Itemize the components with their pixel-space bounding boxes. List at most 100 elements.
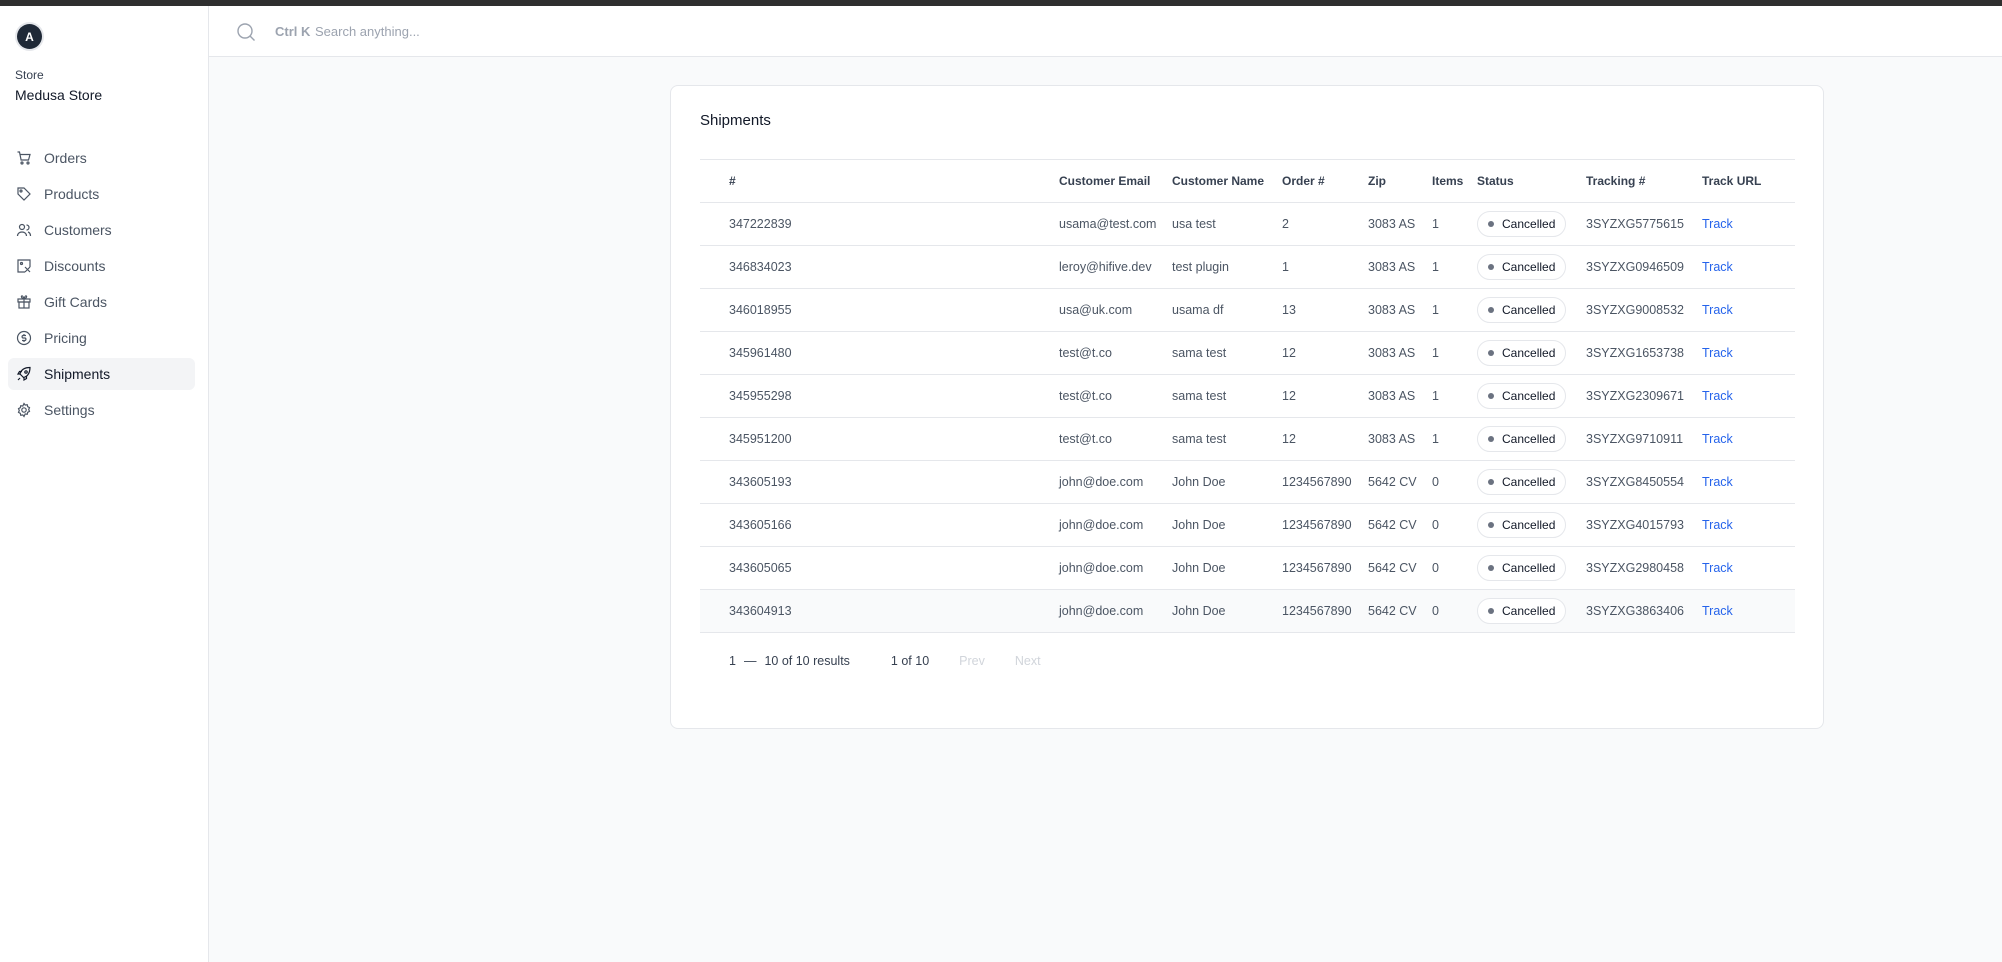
table-row[interactable]: 345951200 test@t.co sama test 12 3083 AS 1 Can…: [700, 418, 1795, 461]
status-cell: Cancelled: [1477, 547, 1586, 590]
page-indicator: 1 of 10: [890, 654, 930, 668]
column-header-email: Customer Email: [1059, 174, 1151, 188]
search-shortcut: Ctrl K: [275, 24, 311, 39]
discount-icon: [16, 258, 32, 274]
table-row[interactable]: 343605193 john@doe.com John Doe 1234567890 5…: [700, 461, 1795, 504]
order-number: 12: [1282, 432, 1296, 446]
track-url-cell: Track: [1702, 289, 1795, 332]
order-number: 1234567890: [1282, 518, 1352, 532]
track-url-cell: Track: [1702, 504, 1795, 547]
table-row[interactable]: 345955298 test@t.co sama test 12 3083 AS 1 Can…: [700, 375, 1795, 418]
table-row[interactable]: 343604913 john@doe.com John Doe 1234567890 5…: [700, 589, 1795, 633]
customer-name: sama test: [1172, 432, 1227, 446]
sidebar-item-gift-cards[interactable]: Gift Cards: [8, 286, 195, 318]
column-header-items: Items: [1432, 174, 1464, 188]
table-row[interactable]: 343605065 john@doe.com John Doe 1234567890 5…: [700, 547, 1795, 590]
table-row[interactable]: 346018955 usa@uk.com usama df 13 3083 AS 1 Can…: [700, 289, 1795, 332]
customer-name: test plugin: [1172, 260, 1229, 274]
status-label: Cancelled: [1502, 389, 1556, 403]
sidebar-item-pricing[interactable]: Pricing: [8, 322, 195, 354]
status-badge: Cancelled: [1477, 555, 1567, 581]
store-label: Store: [15, 68, 44, 82]
column-header-name: Customer Name: [1172, 174, 1265, 188]
track-url-cell: Track: [1702, 461, 1795, 504]
status-badge: Cancelled: [1477, 340, 1567, 366]
page-title: Shipments: [700, 112, 771, 129]
table-row[interactable]: 345961480 test@t.co sama test 12 3083 AS 1 Can…: [700, 332, 1795, 375]
zip-code: 3083 AS: [1368, 389, 1416, 403]
search-input[interactable]: [315, 19, 815, 43]
header: Ctrl K: [209, 6, 2002, 57]
shipment-id: 343604913: [729, 604, 792, 618]
column-header-status: Status: [1477, 174, 1514, 188]
track-link[interactable]: Track: [1702, 217, 1733, 231]
tracking-number: 3SYZXG9710911: [1586, 432, 1684, 446]
sidebar-item-settings[interactable]: Settings: [8, 394, 195, 426]
sidebar-item-orders[interactable]: Orders: [8, 142, 195, 174]
track-url-cell: Track: [1702, 547, 1795, 590]
status-badge: Cancelled: [1477, 598, 1567, 624]
table-row[interactable]: 347222839 usama@test.com usa test 2 3083 AS 1…: [700, 203, 1795, 246]
track-link[interactable]: Track: [1702, 346, 1733, 360]
track-url-cell: Track: [1702, 375, 1795, 418]
track-link[interactable]: Track: [1702, 303, 1733, 317]
avatar[interactable]: A: [17, 24, 42, 49]
status-dot-icon: [1488, 479, 1494, 485]
zip-code: 3083 AS: [1368, 303, 1416, 317]
status-badge: Cancelled: [1477, 469, 1567, 495]
track-link[interactable]: Track: [1702, 561, 1733, 575]
track-link[interactable]: Track: [1702, 260, 1733, 274]
track-link[interactable]: Track: [1702, 432, 1733, 446]
status-cell: Cancelled: [1477, 590, 1586, 633]
track-link[interactable]: Track: [1702, 604, 1733, 618]
sidebar-item-customers[interactable]: Customers: [8, 214, 195, 246]
customer-name: usa test: [1172, 217, 1216, 231]
sidebar-item-products[interactable]: Products: [8, 178, 195, 210]
order-number: 1234567890: [1282, 604, 1352, 618]
next-button[interactable]: Next: [1015, 654, 1041, 668]
table-row[interactable]: 343605166 john@doe.com John Doe 1234567890 5…: [700, 504, 1795, 547]
items-count: 1: [1432, 432, 1439, 446]
customer-email: test@t.co: [1059, 346, 1112, 360]
tracking-number: 3SYZXG4015793: [1586, 518, 1684, 532]
zip-code: 5642 CV: [1368, 475, 1417, 489]
items-count: 1: [1432, 389, 1439, 403]
status-badge: Cancelled: [1477, 211, 1567, 237]
status-dot-icon: [1488, 608, 1494, 614]
status-cell: Cancelled: [1477, 203, 1586, 246]
table-row[interactable]: 346834023 leroy@hifive.dev test plugin 1 308…: [700, 246, 1795, 289]
range-start: 1: [729, 654, 736, 668]
status-cell: Cancelled: [1477, 461, 1586, 504]
tracking-number: 3SYZXG3863406: [1586, 604, 1684, 618]
sidebar-item-shipments[interactable]: Shipments: [8, 358, 195, 390]
tracking-number: 3SYZXG9008532: [1586, 303, 1684, 317]
items-count: 1: [1432, 217, 1439, 231]
tag-icon: [16, 186, 32, 202]
customer-name: John Doe: [1172, 475, 1226, 489]
track-link[interactable]: Track: [1702, 518, 1733, 532]
sidebar-nav: Orders Products Customers Discounts Gift…: [8, 142, 195, 430]
status-dot-icon: [1488, 264, 1494, 270]
status-dot-icon: [1488, 436, 1494, 442]
status-cell: Cancelled: [1477, 504, 1586, 547]
prev-button[interactable]: Prev: [959, 654, 985, 668]
status-cell: Cancelled: [1477, 246, 1586, 289]
order-number: 2: [1282, 217, 1289, 231]
shipment-id: 346834023: [729, 260, 792, 274]
pagination: 1 — 10 of 10 results 1 of 10 Prev Next: [729, 654, 1041, 668]
tracking-number: 3SYZXG2980458: [1586, 561, 1684, 575]
status-label: Cancelled: [1502, 346, 1556, 360]
column-header-order: Order #: [1282, 174, 1325, 188]
status-dot-icon: [1488, 565, 1494, 571]
status-label: Cancelled: [1502, 217, 1556, 231]
shipment-id: 347222839: [729, 217, 792, 231]
items-count: 1: [1432, 346, 1439, 360]
zip-code: 5642 CV: [1368, 518, 1417, 532]
order-number: 1: [1282, 260, 1289, 274]
track-link[interactable]: Track: [1702, 389, 1733, 403]
range-separator: —: [743, 654, 757, 668]
customer-name: John Doe: [1172, 604, 1226, 618]
track-link[interactable]: Track: [1702, 475, 1733, 489]
sidebar-item-discounts[interactable]: Discounts: [8, 250, 195, 282]
tracking-number: 3SYZXG1653738: [1586, 346, 1684, 360]
